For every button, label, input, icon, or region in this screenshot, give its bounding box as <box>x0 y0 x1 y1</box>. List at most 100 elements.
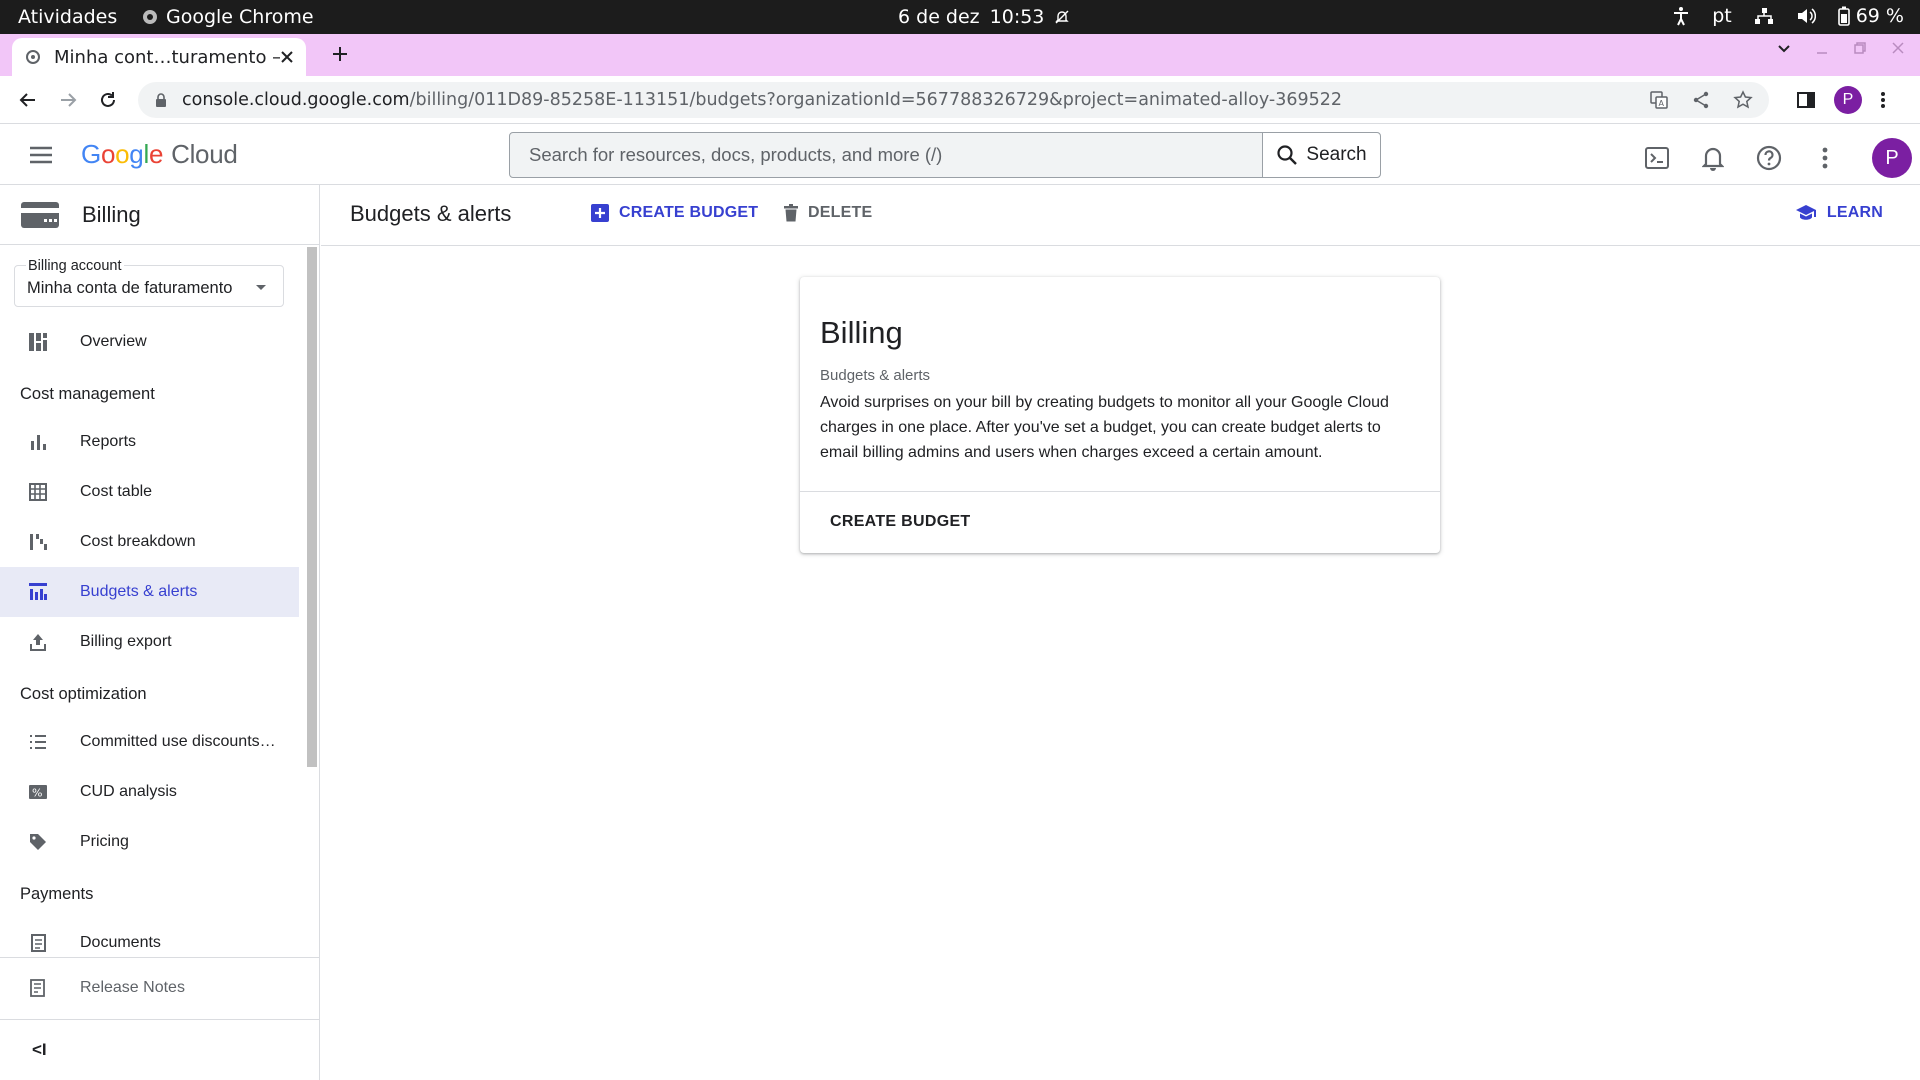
language-indicator: pt <box>1712 5 1732 27</box>
volume-icon <box>1797 8 1816 24</box>
sidebar-item-label: Reports <box>80 433 137 450</box>
document-icon <box>31 934 46 952</box>
search-input[interactable] <box>510 133 1262 177</box>
svg-text:A: A <box>1659 99 1665 108</box>
network-icon <box>1754 8 1773 24</box>
sidebar-header: Billing <box>0 185 319 245</box>
upload-icon <box>30 634 46 651</box>
notifications-off-icon <box>1055 10 1070 24</box>
chrome-menu-icon[interactable] <box>1880 90 1886 110</box>
forward-button[interactable] <box>54 86 82 114</box>
bell-icon <box>1702 147 1724 171</box>
sidebar-footer <box>0 957 319 958</box>
help-button[interactable] <box>1752 141 1786 175</box>
sidebar-item-release-notes[interactable]: Release Notes <box>0 963 319 1013</box>
sidebar-item-cud-analysis[interactable]: % CUD analysis <box>0 767 299 817</box>
add-box-icon <box>591 204 609 222</box>
sidebar-item-label: Documents <box>80 934 161 951</box>
bookmark-star-icon[interactable] <box>1733 90 1753 110</box>
billing-account-value: Minha conta de faturamento <box>27 279 233 297</box>
browser-tab-active[interactable]: Minha cont…turamento – <box>12 38 306 76</box>
url-host: console.cloud.google.com <box>182 90 410 110</box>
sidebar-item-committed-use-discounts[interactable]: Committed use discounts… <box>0 717 299 767</box>
google-wordmark: Google <box>81 139 164 169</box>
notifications-button[interactable] <box>1696 141 1730 175</box>
sidebar-item-label: Release Notes <box>80 979 185 996</box>
school-icon <box>1795 205 1816 220</box>
tab-strip: Minha cont…turamento – <box>0 34 1920 76</box>
billing-account-label: Billing account <box>26 258 124 274</box>
budget-chart-icon <box>29 583 47 600</box>
tab-close-icon[interactable] <box>280 50 294 64</box>
app-menu[interactable]: Google Chrome <box>142 6 314 28</box>
sidebar-item-label: Budgets & alerts <box>80 583 198 600</box>
profile-avatar[interactable]: P <box>1834 86 1862 114</box>
side-panel-icon[interactable] <box>1796 90 1816 110</box>
sidebar-item-label: Billing export <box>80 633 172 650</box>
reload-button[interactable] <box>94 86 122 114</box>
google-cloud-logo[interactable]: Google Cloud <box>81 139 238 170</box>
accessibility-icon <box>1674 7 1689 26</box>
lock-icon[interactable] <box>154 92 168 108</box>
caret-down-icon <box>256 285 266 290</box>
main-menu-button[interactable] <box>28 142 54 168</box>
share-icon[interactable] <box>1691 90 1711 110</box>
search-icon <box>1277 145 1298 165</box>
sidebar-item-reports[interactable]: Reports <box>0 417 299 467</box>
tab-title: Minha cont…turamento – <box>54 46 280 68</box>
billing-account-select[interactable]: Billing account Minha conta de faturamen… <box>14 258 284 307</box>
back-button[interactable] <box>14 86 42 114</box>
new-tab-button[interactable] <box>324 38 356 70</box>
delete-button[interactable]: DELETE <box>784 204 872 222</box>
sidebar-item-cost-table[interactable]: Cost table <box>0 467 299 517</box>
battery-icon <box>1837 6 1850 26</box>
dashboard-icon <box>29 333 47 351</box>
sidebar-item-billing-export[interactable]: Billing export <box>0 617 299 667</box>
sidebar-item-overview[interactable]: Overview <box>0 317 299 367</box>
sidebar-item-documents[interactable]: Documents <box>0 918 299 968</box>
close-window-icon[interactable] <box>1890 40 1906 56</box>
bar-chart-icon <box>31 435 46 450</box>
address-bar[interactable]: console.cloud.google.com/billing/011D89-… <box>138 82 1769 118</box>
hamburger-icon <box>30 146 52 164</box>
cloud-shell-button[interactable] <box>1640 141 1674 175</box>
tag-icon <box>30 834 46 850</box>
app-name: Google Chrome <box>166 6 314 28</box>
clock[interactable]: 6 de dez 10:53 <box>898 6 1070 28</box>
sidebar-item-cost-breakdown[interactable]: Cost breakdown <box>0 517 299 567</box>
sidebar-scrollbar-thumb[interactable] <box>307 247 317 767</box>
minimize-icon[interactable] <box>1814 40 1830 56</box>
sidebar-item-label: Cost table <box>80 483 153 500</box>
restore-icon[interactable] <box>1852 40 1868 56</box>
page-title: Budgets & alerts <box>350 201 512 226</box>
card-create-budget-button[interactable]: CREATE BUDGET <box>830 513 971 531</box>
create-budget-button[interactable]: CREATE BUDGET <box>591 204 758 222</box>
logo-cloud-text: Cloud <box>171 139 238 169</box>
translate-icon[interactable]: A <box>1649 90 1669 110</box>
billing-card-icon <box>21 201 59 228</box>
collapse-sidebar-button[interactable]: <I <box>0 1019 319 1080</box>
sidebar-item-label: CUD analysis <box>80 783 177 800</box>
account-avatar[interactable]: P <box>1872 138 1912 178</box>
svg-text:%: % <box>32 787 42 800</box>
tab-search-icon[interactable] <box>1776 40 1792 56</box>
page-header: Budgets & alerts CREATE BUDGET DELETE LE… <box>321 185 1920 246</box>
more-vert-icon <box>1822 147 1828 169</box>
delete-label: DELETE <box>808 204 873 221</box>
sidebar-item-budgets-alerts[interactable]: Budgets & alerts <box>0 567 299 617</box>
learn-label: LEARN <box>1826 204 1883 221</box>
create-budget-label: CREATE BUDGET <box>619 204 759 221</box>
date-text: 6 de dez <box>898 6 980 28</box>
plus-icon <box>333 47 347 61</box>
learn-button[interactable]: LEARN <box>1795 204 1883 222</box>
tab-favicon-icon <box>26 50 40 64</box>
system-tray[interactable]: pt 69 % <box>1672 5 1904 27</box>
chrome-icon <box>143 10 157 24</box>
settings-menu-button[interactable] <box>1808 141 1842 175</box>
card-title: Billing <box>820 315 903 350</box>
section-payments: Payments <box>20 885 94 903</box>
sidebar-item-pricing[interactable]: Pricing <box>0 817 299 867</box>
activities-button[interactable]: Atividades <box>18 6 117 28</box>
terminal-icon <box>1645 147 1669 169</box>
search-button[interactable]: Search <box>1262 133 1380 177</box>
